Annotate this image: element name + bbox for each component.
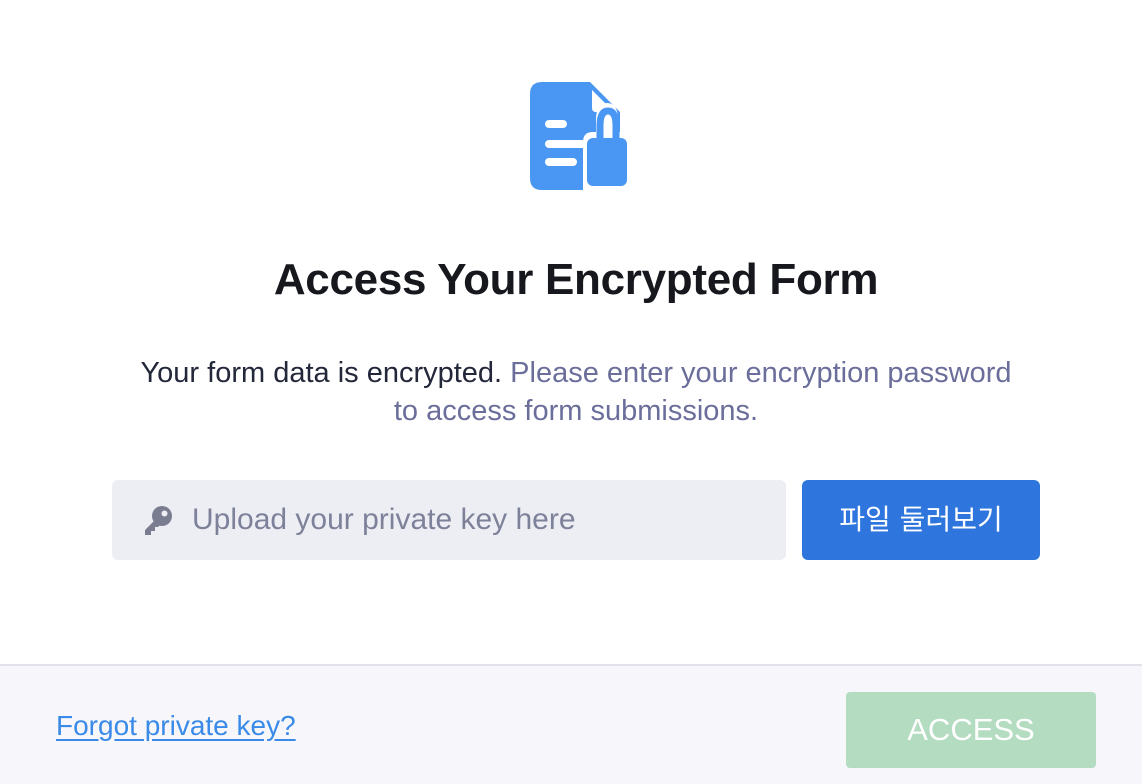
description-primary: Your form data is encrypted. bbox=[140, 357, 503, 389]
access-button[interactable]: ACCESS bbox=[846, 692, 1096, 768]
private-key-placeholder: Upload your private key here bbox=[192, 503, 576, 536]
private-key-upload-field[interactable]: Upload your private key here bbox=[112, 480, 786, 560]
modal-body: Access Your Encrypted Form Your form dat… bbox=[0, 0, 1142, 664]
forgot-private-key-link[interactable]: Forgot private key? bbox=[56, 710, 296, 742]
browse-file-button[interactable]: 파일 둘러보기 bbox=[802, 480, 1040, 560]
modal-title: Access Your Encrypted Form bbox=[273, 255, 879, 304]
encrypted-document-icon bbox=[530, 82, 628, 190]
modal-description: Your form data is encrypted. Please ente… bbox=[140, 354, 1012, 430]
modal-footer: Forgot private key? ACCESS bbox=[0, 664, 1142, 784]
encrypted-form-modal: Access Your Encrypted Form Your form dat… bbox=[0, 0, 1142, 784]
key-icon bbox=[145, 506, 172, 535]
